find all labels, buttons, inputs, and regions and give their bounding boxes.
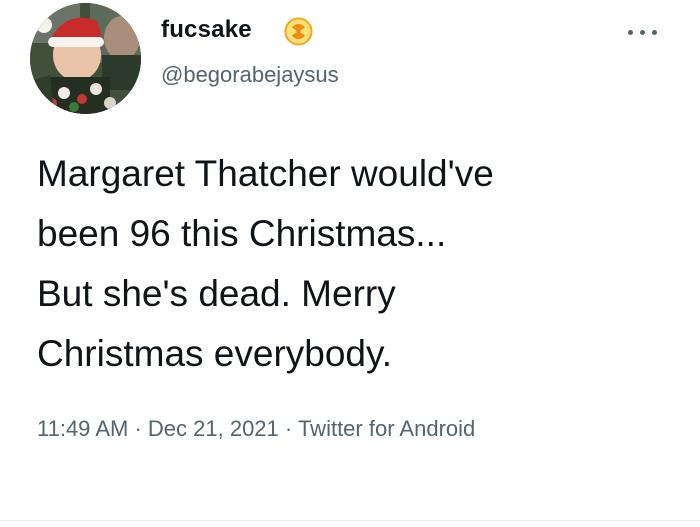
- user-handle[interactable]: @begorabejaysus: [161, 62, 339, 88]
- avatar-image: [30, 3, 141, 114]
- display-name[interactable]: fucsake: [161, 16, 252, 44]
- meta-separator: ·: [134, 416, 142, 441]
- tweet-text: Margaret Thatcher would've been 96 this …: [37, 153, 494, 374]
- tweet-card: fucsake @begorabejaysus Margaret Thatche…: [0, 0, 700, 527]
- avatar[interactable]: [30, 3, 141, 114]
- tweet-source[interactable]: Twitter for Android: [298, 416, 475, 441]
- more-icon[interactable]: [628, 27, 662, 39]
- meta-separator: ·: [284, 416, 293, 441]
- tweet-meta: 11:49 AM · Dec 21, 2021 · Twitter for An…: [37, 410, 637, 448]
- tweet-time[interactable]: 11:49 AM: [37, 416, 128, 441]
- tweet-date[interactable]: Dec 21, 2021: [148, 416, 279, 441]
- divider: [0, 520, 700, 521]
- radiation-icon: [284, 17, 313, 46]
